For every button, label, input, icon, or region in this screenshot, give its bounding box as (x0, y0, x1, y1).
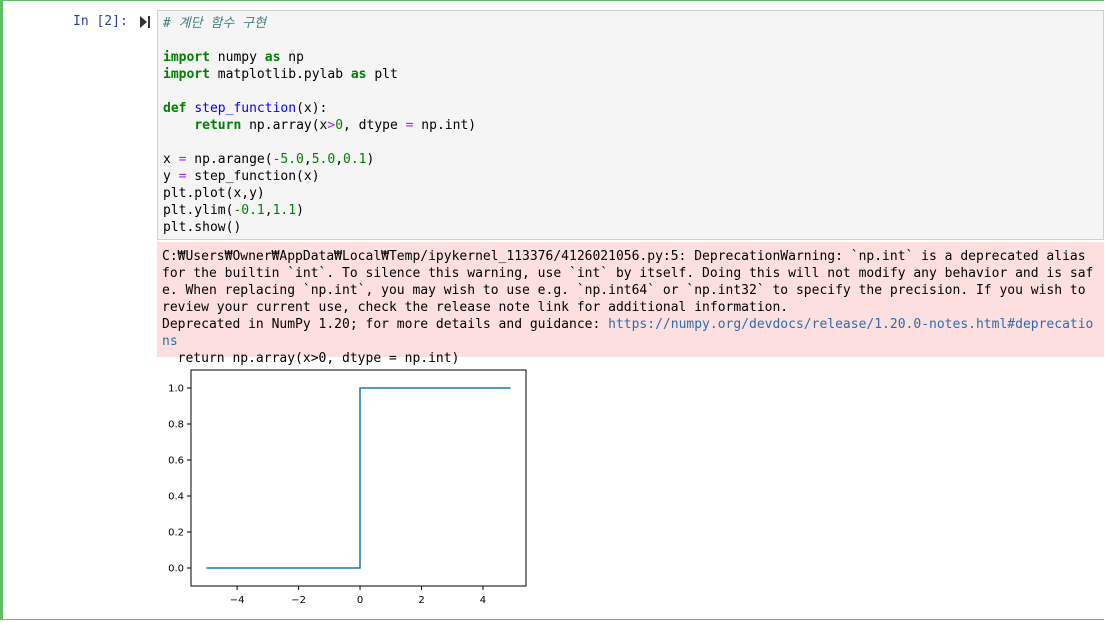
x-tick-label: −4 (230, 595, 245, 606)
code-token: x (163, 152, 179, 167)
y-tick-label: 0.4 (168, 492, 184, 503)
code-token: numpy (209, 50, 265, 65)
deprecated-prefix: Deprecated in NumPy 1.20; for more detai… (162, 317, 609, 332)
code-token: plt.plot(x,y) (163, 186, 265, 201)
code-token: step_function(x) (186, 169, 320, 184)
notebook-cell[interactable]: In [2]: # 계단 함수 구현 import numpy as np im… (0, 0, 1104, 620)
x-tick-label: 0 (357, 595, 363, 606)
code-token: 1.1 (272, 203, 297, 218)
code-token: plt.show() (163, 220, 242, 235)
code-token: 0.1 (343, 152, 367, 167)
code-token: as (350, 67, 367, 82)
code-token: (x): (296, 101, 328, 116)
code-token: , (303, 152, 312, 167)
run-cell-icon[interactable] (139, 15, 151, 29)
code-token: plt.ylim( (163, 203, 234, 218)
plot-frame (190, 369, 527, 587)
code-content: # 계단 함수 구현 import numpy as np import mat… (158, 11, 1103, 236)
code-token: , dtype (343, 118, 406, 133)
code-token: import (163, 67, 210, 82)
code-token: as (264, 50, 281, 65)
x-tick-label: 2 (418, 595, 424, 606)
code-token: np.array(x (241, 118, 328, 133)
x-tick-label: 4 (480, 595, 486, 606)
input-prompt: In [2]: (73, 14, 128, 29)
code-token: step_function (194, 101, 297, 116)
y-tick-label: 0.8 (168, 420, 184, 431)
y-tick-label: 0.6 (168, 456, 184, 467)
y-tick-label: 1.0 (168, 384, 184, 395)
plot-output: 0.0 0.2 0.4 0.6 0.8 1.0 −4 −2 0 2 4 (153, 363, 543, 613)
x-tick-label: −2 (291, 595, 306, 606)
code-token: np.arange( (186, 152, 273, 167)
code-token: ) (366, 152, 375, 167)
code-token: -0.1 (233, 203, 265, 218)
code-token: ) (296, 203, 304, 218)
step-function-chart: 0.0 0.2 0.4 0.6 0.8 1.0 −4 −2 0 2 4 (168, 369, 527, 606)
code-token: -5.0 (272, 152, 304, 167)
warning-message: C:₩Users₩Owner₩AppData₩Local₩Temp/ipyker… (162, 249, 1094, 315)
y-tick-label: 0.2 (168, 528, 184, 539)
code-comment: # 계단 함수 구현 (163, 16, 267, 31)
code-token: , (335, 152, 344, 167)
code-token: np.int) (413, 118, 477, 133)
code-token: y (163, 169, 179, 184)
code-token: , (264, 203, 273, 218)
code-token: return (194, 118, 242, 133)
code-token: 0 (335, 118, 344, 133)
stderr-output: C:₩Users₩Owner₩AppData₩Local₩Temp/ipyker… (157, 242, 1104, 366)
code-token: np (280, 50, 304, 65)
warning-text: C:₩Users₩Owner₩AppData₩Local₩Temp/ipyker… (162, 248, 1099, 367)
code-token: 5.0 (311, 152, 336, 167)
code-token: import (163, 50, 210, 65)
y-tick-label: 0.0 (168, 564, 184, 575)
code-token: def (163, 101, 187, 116)
code-token: plt (366, 67, 398, 82)
code-token: matplotlib.pylab (209, 67, 351, 82)
code-editor[interactable]: # 계단 함수 구현 import numpy as np import mat… (157, 10, 1104, 240)
